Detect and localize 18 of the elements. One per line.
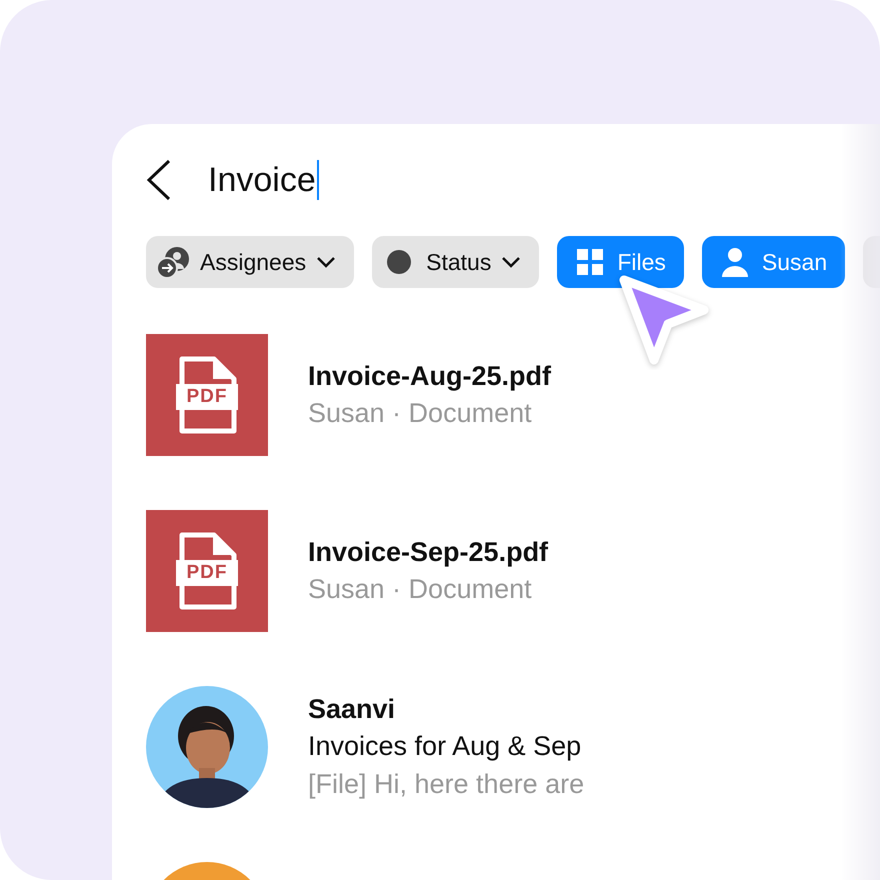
filter-chip[interactable]: Assignees bbox=[146, 236, 354, 288]
file-type-label: PDF bbox=[186, 562, 228, 584]
assignees-icon bbox=[156, 245, 190, 279]
back-icon[interactable] bbox=[146, 159, 172, 201]
filter-chip[interactable]: Files bbox=[557, 236, 684, 288]
file-name[interactable]: Invoice-Sep-25.pdf bbox=[308, 534, 548, 570]
file-meta: Susan · Document bbox=[308, 573, 533, 606]
file-type-label: PDF bbox=[186, 386, 228, 408]
search-field[interactable]: Invoice bbox=[208, 160, 319, 200]
file-meta: Susan · Document bbox=[308, 397, 533, 430]
message-preview: [File] Hi, here there are bbox=[308, 768, 584, 801]
document-icon bbox=[176, 356, 238, 434]
filter-chip[interactable]: Status bbox=[372, 236, 540, 288]
document-icon bbox=[176, 532, 238, 610]
message-subject: Invoices for Aug & Sep bbox=[308, 730, 582, 763]
filter-chip[interactable]: Susan bbox=[702, 236, 846, 288]
file-name[interactable]: Invoice-Aug-25.pdf bbox=[308, 358, 552, 394]
sender-name[interactable]: Saanvi bbox=[308, 691, 584, 727]
